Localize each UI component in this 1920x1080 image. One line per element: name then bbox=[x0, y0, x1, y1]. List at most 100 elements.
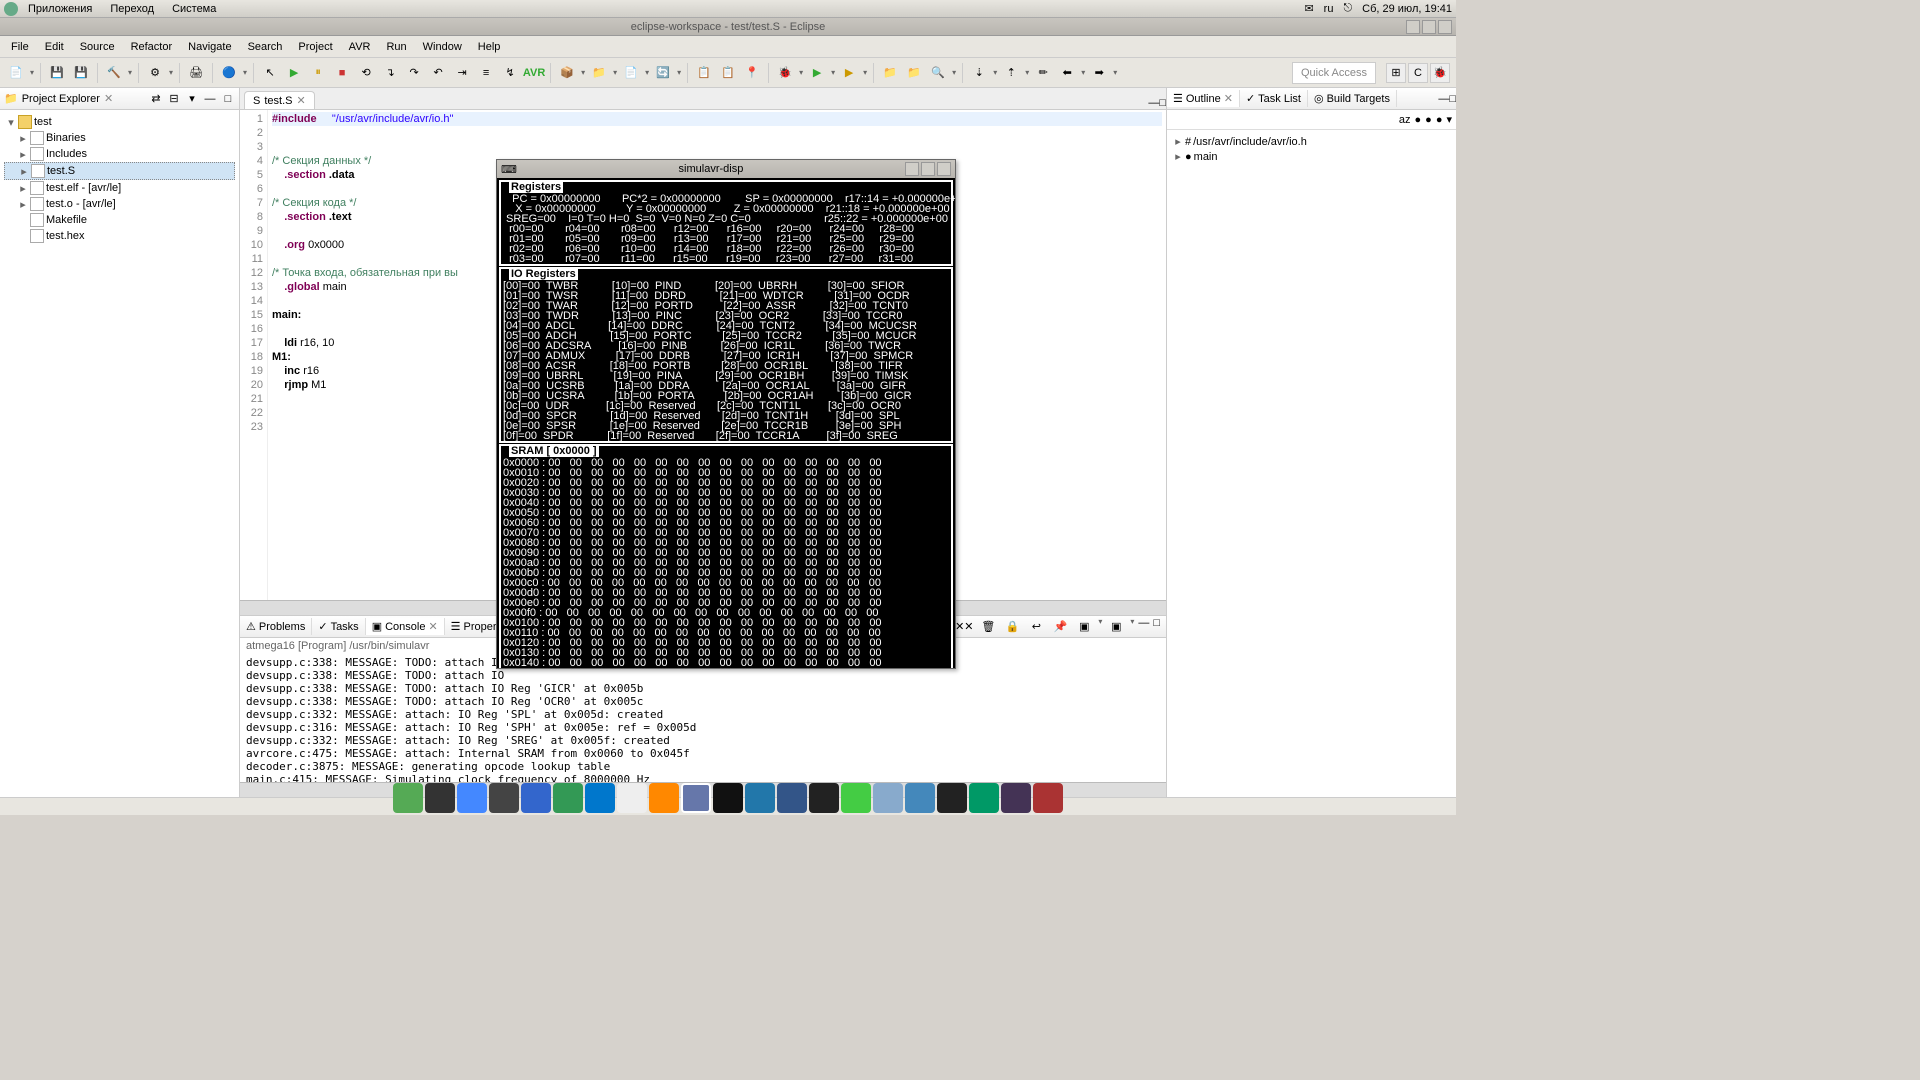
dock-steam-icon[interactable] bbox=[937, 783, 967, 813]
console-display-icon[interactable]: ▣ bbox=[1074, 617, 1094, 637]
tree-item-test-elf----avr-le-[interactable]: ▸test.elf - [avr/le] bbox=[4, 180, 235, 196]
tree-item-test-s[interactable]: ▸test.S bbox=[4, 162, 235, 180]
editor-maximize-icon[interactable]: □ bbox=[1159, 97, 1166, 109]
console-minimize-icon[interactable]: — bbox=[1138, 617, 1149, 637]
menu-window[interactable]: Window bbox=[416, 39, 469, 55]
hide-fields-icon[interactable]: ● bbox=[1415, 114, 1422, 126]
project-tree[interactable]: ▾test▸Binaries▸Includes▸test.S▸test.elf … bbox=[0, 110, 239, 797]
notification-icon[interactable]: ✉ bbox=[1304, 2, 1313, 15]
close-console-icon[interactable]: ✕ bbox=[428, 620, 437, 633]
last-edit-button[interactable]: ✏ bbox=[1033, 63, 1053, 83]
dock-unreal-icon[interactable] bbox=[809, 783, 839, 813]
sort-icon[interactable]: az bbox=[1399, 114, 1411, 126]
menu-run[interactable]: Run bbox=[379, 39, 413, 55]
editor-tab-test-s[interactable]: S test.S ✕ bbox=[244, 91, 315, 109]
dock-screenshot-icon[interactable] bbox=[681, 783, 711, 813]
dock-skype-icon[interactable] bbox=[873, 783, 903, 813]
link-editor-icon[interactable]: ⇄ bbox=[149, 92, 163, 106]
menu-avr[interactable]: AVR bbox=[342, 39, 378, 55]
menu-help[interactable]: Help bbox=[471, 39, 508, 55]
dock-vk-icon[interactable] bbox=[905, 783, 935, 813]
simulavr-titlebar[interactable]: ⌨ simulavr-disp bbox=[497, 160, 955, 178]
dock-eclipse-icon[interactable] bbox=[1001, 783, 1031, 813]
debug-button[interactable]: 🐞 bbox=[775, 63, 795, 83]
disconnect-button[interactable]: ⟲ bbox=[356, 63, 376, 83]
suspend-button[interactable]: ⏸ bbox=[308, 63, 328, 83]
build-button[interactable]: 🔨 bbox=[104, 63, 124, 83]
step-over-button[interactable]: ↷ bbox=[404, 63, 424, 83]
outline-item-main[interactable]: ▸●main bbox=[1171, 149, 1452, 164]
use-step-filters-button[interactable]: ↯ bbox=[500, 63, 520, 83]
menu-search[interactable]: Search bbox=[241, 39, 290, 55]
console-scroll-lock-icon[interactable]: 🔒 bbox=[1002, 617, 1022, 637]
step-return-button[interactable]: ↶ bbox=[428, 63, 448, 83]
sim-close[interactable] bbox=[937, 162, 951, 176]
tab-tasks[interactable]: ✓Tasks bbox=[312, 618, 365, 635]
editor-minimize-icon[interactable]: — bbox=[1148, 97, 1159, 109]
console-remove-all-icon[interactable]: ✕✕ bbox=[954, 617, 974, 637]
outline-minimize-icon[interactable]: — bbox=[1438, 93, 1449, 105]
run-button[interactable]: ▶ bbox=[807, 63, 827, 83]
dock-chromium-icon[interactable] bbox=[457, 783, 487, 813]
quick-access-input[interactable]: Quick Access bbox=[1292, 62, 1376, 84]
new-file-button[interactable]: 📄 bbox=[621, 63, 641, 83]
window-minimize[interactable] bbox=[1406, 20, 1420, 34]
tree-item-includes[interactable]: ▸Includes bbox=[4, 146, 235, 162]
close-tab-icon[interactable]: ✕ bbox=[296, 94, 305, 107]
close-outline-icon[interactable]: ✕ bbox=[1224, 92, 1233, 105]
menu-navigate[interactable]: Navigate bbox=[181, 39, 238, 55]
dock-text-icon[interactable] bbox=[617, 783, 647, 813]
keyboard-layout[interactable]: ru bbox=[1324, 3, 1334, 15]
dock-term2-icon[interactable] bbox=[1033, 783, 1063, 813]
terminate-button[interactable]: ■ bbox=[332, 63, 352, 83]
open-type-button[interactable]: 📁 bbox=[904, 63, 924, 83]
gnome-logo-icon[interactable] bbox=[4, 2, 18, 16]
dock-kdenlive-icon[interactable] bbox=[521, 783, 551, 813]
instruction-step-button[interactable]: ⇥ bbox=[452, 63, 472, 83]
project-explorer-close-icon[interactable]: ✕ bbox=[104, 92, 113, 105]
hide-nonpublic-icon[interactable]: ● bbox=[1436, 114, 1443, 126]
cursor-icon[interactable]: ↖ bbox=[260, 63, 280, 83]
menu-edit[interactable]: Edit bbox=[38, 39, 71, 55]
refresh-button[interactable]: 🔄 bbox=[653, 63, 673, 83]
dock-files-icon[interactable] bbox=[393, 783, 423, 813]
search-button[interactable]: 🔍 bbox=[928, 63, 948, 83]
menu-file[interactable]: File bbox=[4, 39, 36, 55]
dock-obs-icon[interactable] bbox=[777, 783, 807, 813]
build-config-button[interactable]: ⚙ bbox=[145, 63, 165, 83]
dock-arduino-icon[interactable] bbox=[969, 783, 999, 813]
print-button[interactable]: 🖨 bbox=[186, 63, 206, 83]
new-button[interactable]: 📄 bbox=[6, 63, 26, 83]
maximize-pane-icon[interactable]: □ bbox=[221, 92, 235, 106]
hide-static-icon[interactable]: ● bbox=[1425, 114, 1432, 126]
open-element-button[interactable]: 📋 bbox=[718, 63, 738, 83]
toggle-mark-button[interactable]: 📍 bbox=[742, 63, 762, 83]
tab-tasklist[interactable]: ✓Task List bbox=[1240, 90, 1308, 107]
dock-vlc-icon[interactable] bbox=[649, 783, 679, 813]
tree-item-makefile[interactable]: Makefile bbox=[4, 212, 235, 228]
tab-problems[interactable]: ⚠Problems bbox=[240, 618, 312, 635]
forward-button[interactable]: ➡ bbox=[1089, 63, 1109, 83]
sim-maximize[interactable] bbox=[921, 162, 935, 176]
console-output[interactable]: devsupp.c:338: MESSAGE: TODO: attach IO … bbox=[240, 654, 1166, 782]
dock-terminal-icon[interactable] bbox=[425, 783, 455, 813]
tree-item-test-o----avr-le-[interactable]: ▸test.o - [avr/le] bbox=[4, 196, 235, 212]
console-maximize-icon[interactable]: □ bbox=[1153, 617, 1160, 637]
tree-item-test[interactable]: ▾test bbox=[4, 114, 235, 130]
dock-editor-icon[interactable] bbox=[553, 783, 583, 813]
tree-item-test-hex[interactable]: test.hex bbox=[4, 228, 235, 244]
console-wrap-icon[interactable]: ↩ bbox=[1026, 617, 1046, 637]
view-menu-icon[interactable]: ▾ bbox=[185, 92, 199, 106]
window-maximize[interactable] bbox=[1422, 20, 1436, 34]
window-close[interactable] bbox=[1438, 20, 1452, 34]
dock-vmware-icon[interactable] bbox=[585, 783, 615, 813]
tab-outline[interactable]: ☰Outline✕ bbox=[1167, 90, 1240, 107]
avr-upload-button[interactable]: AVR bbox=[524, 63, 544, 83]
drop-frame-button[interactable]: ≡ bbox=[476, 63, 496, 83]
menu-places[interactable]: Переход bbox=[102, 3, 162, 15]
new-cpp-button[interactable]: 📦 bbox=[557, 63, 577, 83]
save-all-button[interactable]: 💾 bbox=[71, 63, 91, 83]
save-button[interactable]: 💾 bbox=[47, 63, 67, 83]
minimize-pane-icon[interactable]: — bbox=[203, 92, 217, 106]
open-task-button[interactable]: 📋 bbox=[694, 63, 714, 83]
